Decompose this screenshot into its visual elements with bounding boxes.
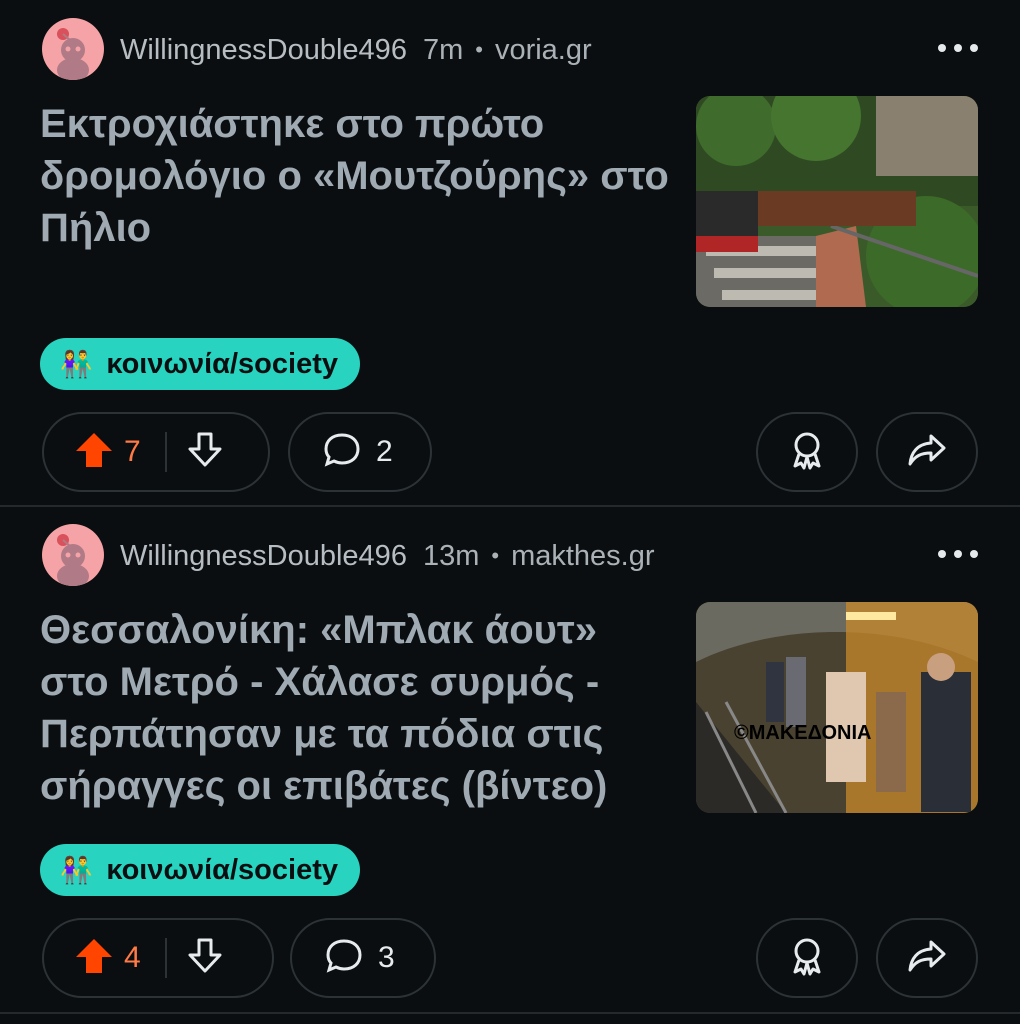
meta-separator: • xyxy=(491,543,500,568)
post-flair[interactable]: 👫 κοινωνία/society xyxy=(40,338,360,390)
comment-count: 2 xyxy=(376,435,393,468)
vote-divider xyxy=(164,938,167,978)
vote-count: 7 xyxy=(124,435,141,468)
award-button[interactable] xyxy=(756,918,858,998)
family-icon: 👫 xyxy=(60,348,93,379)
avatar[interactable] xyxy=(42,524,104,586)
comments-button[interactable]: 2 xyxy=(288,412,432,492)
author-name[interactable]: WillingnessDouble496 xyxy=(120,34,407,67)
watermark-text: ©ΜΑΚΕΔΟΝΙΑ xyxy=(734,722,871,744)
feed-post[interactable]: WillingnessDouble496 7m • voria.gr Εκτρο… xyxy=(0,0,1020,506)
post-title[interactable]: Εκτροχιάστηκε στο πρώτο δρομολόγιο ο «Μο… xyxy=(40,98,670,254)
upvote-icon[interactable] xyxy=(74,431,114,474)
author-name[interactable]: WillingnessDouble496 xyxy=(120,540,407,573)
downvote-icon[interactable] xyxy=(185,937,225,980)
comment-count: 3 xyxy=(378,941,395,974)
award-icon xyxy=(787,936,827,981)
post-thumbnail[interactable] xyxy=(696,96,978,307)
post-domain[interactable]: voria.gr xyxy=(495,34,592,67)
share-button[interactable] xyxy=(876,412,978,492)
share-icon xyxy=(907,938,947,979)
more-options-icon[interactable] xyxy=(938,540,978,568)
flair-label: κοινωνία/society xyxy=(106,347,338,380)
post-divider xyxy=(0,1012,1020,1014)
share-button[interactable] xyxy=(876,918,978,998)
upvote-icon[interactable] xyxy=(74,937,114,980)
vote-divider xyxy=(164,432,167,472)
more-options-icon[interactable] xyxy=(938,34,978,62)
post-domain[interactable]: makthes.gr xyxy=(511,540,654,573)
share-icon xyxy=(907,432,947,473)
comment-icon xyxy=(322,431,362,474)
post-time: 13m xyxy=(422,539,480,572)
avatar[interactable] xyxy=(42,18,104,80)
post-flair[interactable]: 👫 κοινωνία/society xyxy=(40,844,360,896)
comment-icon xyxy=(324,937,364,980)
post-time: 7m xyxy=(422,33,464,66)
vote-bar: 4 xyxy=(42,918,274,998)
post-thumbnail[interactable]: ©ΜΑΚΕΔΟΝΙΑ xyxy=(696,602,978,813)
vote-bar: 7 xyxy=(42,412,270,492)
comments-button[interactable]: 3 xyxy=(290,918,436,998)
meta-separator: • xyxy=(475,37,483,62)
vote-count: 4 xyxy=(124,941,141,974)
award-button[interactable] xyxy=(756,412,858,492)
post-title[interactable]: Θεσσαλονίκη: «Μπλακ άουτ» στο Μετρό - Χά… xyxy=(40,604,670,812)
flair-label: κοινωνία/society xyxy=(106,853,338,886)
downvote-icon[interactable] xyxy=(185,431,225,474)
post-meta: WillingnessDouble496 13m • makthes.gr xyxy=(120,536,655,576)
award-icon xyxy=(787,430,827,475)
family-icon: 👫 xyxy=(60,854,93,885)
post-meta: WillingnessDouble496 7m • voria.gr xyxy=(120,30,592,70)
feed-post[interactable]: WillingnessDouble496 13m • makthes.gr Θε… xyxy=(0,506,1020,1012)
